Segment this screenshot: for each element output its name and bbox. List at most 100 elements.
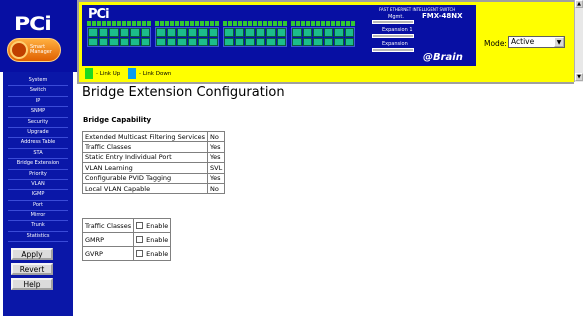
port[interactable] [292,37,302,46]
port[interactable] [302,37,312,46]
nav-item-trunk[interactable]: Trunk [8,221,68,232]
enable-checkbox[interactable] [136,221,144,229]
port[interactable] [323,37,333,46]
nav-item-snmp[interactable]: SNMP [8,107,68,118]
port[interactable] [234,37,244,46]
port[interactable] [187,28,197,37]
expansion2-label: Expansion [382,41,408,47]
port-group-2[interactable] [155,27,219,47]
port[interactable] [198,37,208,46]
scroll-down-icon[interactable]: ▼ [575,73,583,81]
expansion1-slot[interactable] [372,34,414,38]
mode-select[interactable]: Active ▼ [508,36,565,48]
capability-value: Yes [207,141,226,153]
port[interactable] [313,28,323,37]
port[interactable] [276,28,286,37]
nav-item-mirror[interactable]: Mirror [8,211,68,222]
nav-item-sta[interactable]: STA [8,148,68,160]
port[interactable] [109,28,119,37]
port[interactable] [119,37,129,46]
nav-item-statistics[interactable]: Statistics [8,231,68,243]
table-row: Traffic Classes Enable [81,218,172,233]
port[interactable] [156,37,166,46]
nav-item-ip[interactable]: IP [8,96,68,108]
port[interactable] [245,28,255,37]
port[interactable] [245,37,255,46]
link-down-legend: - Link Down [139,71,172,77]
nav-item-switch[interactable]: Switch [8,86,68,97]
enable-checkbox[interactable] [136,249,144,257]
enable-checkbox[interactable] [136,235,144,243]
divider [77,107,573,108]
port[interactable] [187,37,197,46]
port[interactable] [334,28,344,37]
port[interactable] [292,28,302,37]
capability-title: Bridge Capability [83,116,152,124]
revert-button[interactable]: Revert [11,263,53,275]
port[interactable] [140,37,150,46]
port[interactable] [266,28,276,37]
link-up-legend: - Link Up [96,71,121,77]
capability-table: Extended Multicast Filtering Services No T… [81,130,226,195]
switch-logo: PCi [88,7,110,22]
port-group-1[interactable] [87,27,151,47]
nav-item-system[interactable]: System [8,76,68,87]
port[interactable] [255,28,265,37]
port[interactable] [302,28,312,37]
pci-logo: PCi [14,13,52,36]
port[interactable] [119,28,129,37]
port[interactable] [276,37,286,46]
mode-value: Active [511,37,535,46]
port[interactable] [98,37,108,46]
port[interactable] [177,37,187,46]
port[interactable] [88,37,98,46]
nav-item-security[interactable]: Security [8,117,68,128]
port[interactable] [224,28,234,37]
mgmt-slot[interactable] [372,20,414,24]
port[interactable] [88,28,98,37]
port[interactable] [234,28,244,37]
port[interactable] [334,37,344,46]
setting-control: Enable [133,246,172,261]
chevron-down-icon[interactable]: ▼ [554,37,564,47]
table-row: Local VLAN Capable No [81,182,226,195]
top-frame-scrollbar[interactable]: ▲ ▼ [574,0,583,82]
port[interactable] [177,28,187,37]
port[interactable] [255,37,265,46]
port[interactable] [344,37,354,46]
table-row: GVRP Enable [81,246,172,261]
nav-item-priority[interactable]: Priority [8,169,68,180]
port[interactable] [266,37,276,46]
nav-item-vlan[interactable]: VLAN [8,179,68,191]
port[interactable] [156,28,166,37]
nav-item-igmp[interactable]: IGMP [8,190,68,201]
port[interactable] [166,37,176,46]
mode-label: Mode: [484,39,507,48]
port[interactable] [166,28,176,37]
enable-label: Enable [146,249,169,258]
nav-item-address-table[interactable]: Address Table [8,138,68,149]
nav-item-bridge-extension[interactable]: Bridge Extension [8,159,68,170]
help-button[interactable]: Help [11,278,53,290]
nav-item-upgrade[interactable]: Upgrade [8,127,68,139]
link-up-swatch [85,68,93,79]
port[interactable] [313,37,323,46]
apply-button[interactable]: Apply [11,248,53,260]
port[interactable] [140,28,150,37]
table-row: VLAN Learning SVL [81,162,226,174]
port[interactable] [208,37,218,46]
scroll-up-icon[interactable]: ▲ [575,0,583,8]
nav-item-port[interactable]: Port [8,200,68,212]
port[interactable] [208,28,218,37]
port[interactable] [344,28,354,37]
port[interactable] [224,37,234,46]
port[interactable] [98,28,108,37]
port[interactable] [130,28,140,37]
port[interactable] [323,28,333,37]
port-group-3[interactable] [223,27,287,47]
port[interactable] [198,28,208,37]
expansion2-slot[interactable] [372,48,414,52]
port[interactable] [109,37,119,46]
port-group-4[interactable] [291,27,355,47]
port[interactable] [130,37,140,46]
